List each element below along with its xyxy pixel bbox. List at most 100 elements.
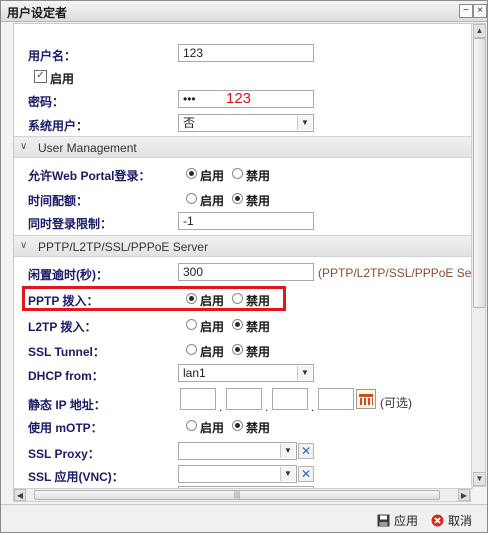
dhcp-from-label: DHCP from： (28, 369, 104, 383)
idle-timeout-label: 闲置逾时(秒)： (28, 268, 108, 282)
ip-dot: . (311, 400, 315, 414)
apply-button[interactable]: 应用 (377, 512, 418, 529)
ip-picker-icon[interactable] (356, 389, 376, 409)
system-user-row: 系统用户： 否 ▼ (14, 114, 472, 134)
web-portal-label: 允许Web Portal登录： (28, 169, 151, 183)
collapse-chevron-icon[interactable]: ∨ (20, 141, 27, 152)
web-portal-enable-label: 启用 (200, 169, 225, 183)
clear-icon[interactable]: ✕ (298, 443, 314, 459)
l2tp-enable-label: 启用 (200, 320, 225, 334)
password-row: 密码： ••• 123 (14, 90, 472, 110)
password-annotation: 123 (226, 90, 252, 107)
motp-label: 使用 mOTP： (28, 421, 103, 435)
minimize-icon[interactable]: − (459, 4, 473, 18)
static-ip-hint: (可选) (380, 396, 412, 410)
ssl-vnc-label: SSL 应用(VNC)： (28, 470, 124, 484)
password-mask: ••• (183, 92, 196, 106)
ssl-vnc-row: SSL 应用(VNC)： ▼ ✕ (14, 465, 472, 485)
chevron-down-icon: ▼ (280, 467, 295, 481)
close-icon[interactable]: × (473, 4, 487, 18)
ssl-vnc-select[interactable]: ▼ (178, 465, 297, 483)
ssl-tunnel-enable-radio[interactable] (186, 344, 197, 355)
idle-timeout-row: 闲置逾时(秒)： 300 (PPTP/L2TP/SSL/PPPoE Server (14, 263, 472, 283)
l2tp-enable-radio[interactable] (186, 319, 197, 330)
motp-disable-label: 禁用 (246, 421, 271, 435)
motp-enable-radio[interactable] (186, 420, 197, 431)
vertical-scroll-thumb[interactable] (473, 38, 486, 308)
ssl-tunnel-enable-label: 启用 (200, 345, 225, 359)
static-ip-octet-3[interactable] (272, 388, 308, 410)
concurrent-login-field[interactable]: -1 (178, 212, 314, 230)
user-management-section[interactable]: ∨ User Management (14, 136, 472, 158)
dialog-title: 用户设定者 (7, 6, 68, 20)
collapse-chevron-icon[interactable]: ∨ (20, 240, 27, 251)
scroll-right-icon[interactable]: ▶ (458, 489, 470, 501)
chevron-down-icon: ▼ (297, 366, 312, 380)
username-row: 用户名： 123 (14, 44, 472, 64)
web-portal-row: 允许Web Portal登录： 启用 禁用 (14, 164, 472, 184)
enable-checkbox[interactable]: ✓ (34, 70, 47, 83)
vpn-server-title: PPTP/L2TP/SSL/PPPoE Server (38, 240, 209, 254)
l2tp-dialin-row: L2TP 拨入： 启用 禁用 (14, 315, 472, 335)
motp-enable-label: 启用 (200, 421, 225, 435)
time-quota-enable-radio[interactable] (186, 193, 197, 204)
ssl-tunnel-disable-label: 禁用 (246, 345, 271, 359)
motp-disable-radio[interactable] (232, 420, 243, 431)
ip-dot: . (265, 400, 269, 414)
ssl-tunnel-row: SSL Tunnel： 启用 禁用 (14, 340, 472, 360)
l2tp-disable-radio[interactable] (232, 319, 243, 330)
time-quota-disable-radio[interactable] (232, 193, 243, 204)
chevron-down-icon: ▼ (280, 444, 295, 458)
static-ip-octet-1[interactable] (180, 388, 216, 410)
horizontal-scrollbar[interactable]: ◀ ||| ▶ (13, 488, 471, 502)
scroll-left-icon[interactable]: ◀ (14, 489, 26, 501)
static-ip-octet-2[interactable] (226, 388, 262, 410)
username-field[interactable]: 123 (178, 44, 314, 62)
time-quota-row: 时间配额： 启用 禁用 (14, 189, 472, 209)
static-ip-octet-4[interactable] (318, 388, 354, 410)
title-bar[interactable]: 用户设定者 − × (1, 1, 487, 22)
time-quota-enable-label: 启用 (200, 194, 225, 208)
chevron-down-icon: ▼ (297, 116, 312, 130)
ssl-proxy-row: SSL Proxy： ▼ ✕ (14, 442, 472, 462)
web-portal-disable-radio[interactable] (232, 168, 243, 179)
concurrent-login-label: 同时登录限制： (28, 217, 113, 231)
time-quota-label: 时间配额： (28, 194, 89, 208)
dialog-footer: 应用 取消 (1, 504, 487, 532)
ssl-tunnel-label: SSL Tunnel： (28, 345, 105, 359)
idle-timeout-field[interactable]: 300 (178, 263, 314, 281)
form-scroll-area[interactable]: 用户名： 123 ✓ 启用 密码： ••• 123 系统用户： 否 ▼ ∨ Us… (13, 23, 473, 489)
concurrent-login-row: 同时登录限制： -1 (14, 212, 472, 232)
l2tp-disable-label: 禁用 (246, 320, 271, 334)
cancel-icon (431, 514, 444, 527)
system-user-select[interactable]: 否 ▼ (178, 114, 314, 132)
apply-label: 应用 (394, 514, 419, 528)
ssl-proxy-label: SSL Proxy： (28, 447, 100, 461)
dhcp-from-value: lan1 (183, 366, 206, 380)
cancel-label: 取消 (448, 514, 473, 528)
dhcp-from-select[interactable]: lan1 ▼ (178, 364, 314, 382)
ip-dot: . (219, 400, 223, 414)
static-ip-row: 静态 IP 地址： . . . (可选) (14, 388, 472, 414)
vertical-scrollbar[interactable]: ▲ ▼ (471, 23, 486, 487)
vpn-server-section[interactable]: ∨ PPTP/L2TP/SSL/PPPoE Server (14, 235, 472, 257)
user-management-title: User Management (38, 141, 137, 155)
web-portal-enable-radio[interactable] (186, 168, 197, 179)
l2tp-dialin-label: L2TP 拨入： (28, 320, 97, 334)
dhcp-from-row: DHCP from： lan1 ▼ (14, 364, 472, 384)
static-ip-label: 静态 IP 地址： (28, 398, 106, 412)
scroll-down-icon[interactable]: ▼ (473, 472, 486, 486)
system-user-value: 否 (183, 116, 196, 130)
time-quota-disable-label: 禁用 (246, 194, 271, 208)
scroll-up-icon[interactable]: ▲ (473, 24, 486, 38)
ssl-tunnel-disable-radio[interactable] (232, 344, 243, 355)
horizontal-scroll-thumb[interactable]: ||| (34, 490, 440, 500)
pptp-highlight-box (22, 286, 286, 311)
ssl-proxy-select[interactable]: ▼ (178, 442, 297, 460)
cancel-button[interactable]: 取消 (431, 512, 472, 529)
clear-icon[interactable]: ✕ (298, 466, 314, 482)
user-settings-dialog: 用户设定者 − × 用户名： 123 ✓ 启用 密码： ••• 123 系统用户… (0, 0, 488, 533)
enable-row: ✓ 启用 (14, 68, 472, 88)
idle-timeout-hint: (PPTP/L2TP/SSL/PPPoE Server (318, 266, 472, 280)
save-icon (377, 514, 390, 527)
